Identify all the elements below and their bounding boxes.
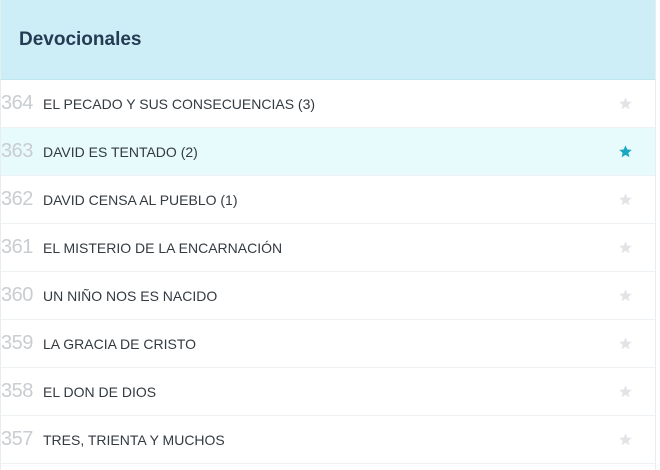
list-item[interactable]: 359 LA GRACIA DE CRISTO [1,320,655,368]
item-title: EL DON DE DIOS [43,383,157,400]
item-title: LA GRACIA DE CRISTO [43,335,197,352]
page-title: Devocionales [19,28,142,50]
item-title: UN NIÑO NOS ES NACIDO [43,287,218,304]
item-title: EL PECADO Y SUS CONSECUENCIAS (3) [43,95,316,112]
star-icon[interactable] [617,432,633,448]
item-number: 361 [1,236,33,258]
item-number: 359 [1,332,33,354]
star-icon[interactable] [617,192,633,208]
item-number: 362 [1,188,33,210]
panel-header: Devocionales [1,0,655,80]
item-number: 358 [1,380,33,402]
devotional-list: 364 EL PECADO Y SUS CONSECUENCIAS (3) 36… [1,80,655,464]
item-title: TRES, TRIENTA Y MUCHOS [43,431,225,448]
star-icon[interactable] [617,384,633,400]
devocionales-panel: Devocionales 364 EL PECADO Y SUS CONSECU… [0,0,656,470]
star-icon[interactable] [617,144,633,160]
item-number: 360 [1,284,33,306]
list-item[interactable]: 363 DAVID ES TENTADO (2) [1,128,655,176]
list-item[interactable]: 360 UN NIÑO NOS ES NACIDO [1,272,655,320]
item-title: EL MISTERIO DE LA ENCARNACIÓN [43,239,283,256]
list-item[interactable]: 358 EL DON DE DIOS [1,368,655,416]
item-number: 357 [1,428,33,450]
item-title: DAVID CENSA AL PUEBLO (1) [43,191,238,208]
item-number: 363 [1,140,33,162]
item-number: 364 [1,92,33,114]
star-icon[interactable] [617,240,633,256]
item-title: DAVID ES TENTADO (2) [43,143,198,160]
list-item[interactable]: 361 EL MISTERIO DE LA ENCARNACIÓN [1,224,655,272]
star-icon[interactable] [617,336,633,352]
list-item[interactable]: 357 TRES, TRIENTA Y MUCHOS [1,416,655,464]
star-icon[interactable] [617,96,633,112]
list-item[interactable]: 364 EL PECADO Y SUS CONSECUENCIAS (3) [1,80,655,128]
list-item[interactable]: 362 DAVID CENSA AL PUEBLO (1) [1,176,655,224]
star-icon[interactable] [617,288,633,304]
